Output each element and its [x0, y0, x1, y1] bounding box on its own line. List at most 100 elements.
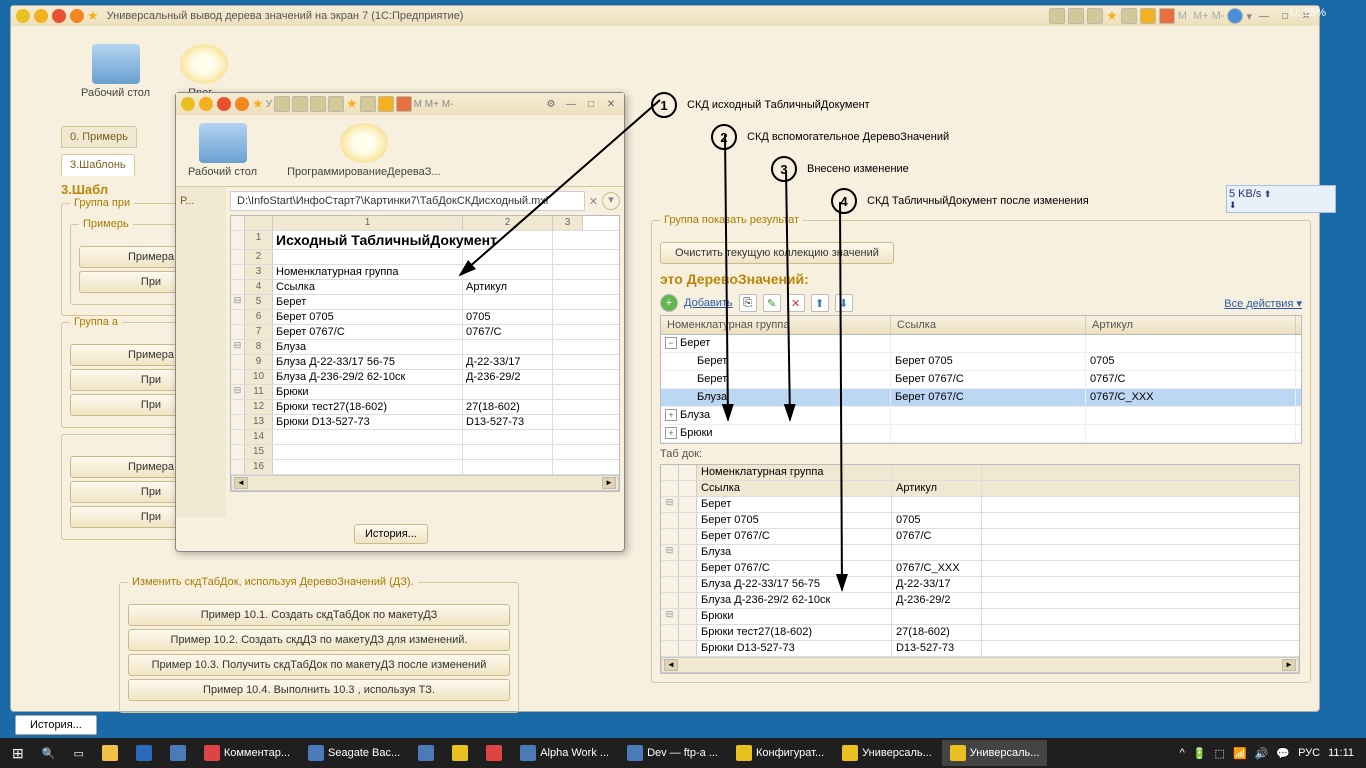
- toolbar-icon[interactable]: [1121, 8, 1137, 24]
- calc-icon[interactable]: [1140, 8, 1156, 24]
- status-right: U: 25%: [1290, 7, 1326, 19]
- task-item-active[interactable]: Универсаль...: [942, 740, 1048, 766]
- doc-path[interactable]: D:\InfoStart\ИнфоСтарт7\Картинки7\ТабДок…: [230, 191, 585, 211]
- tab-templates[interactable]: 3.Шаблонь: [61, 154, 135, 176]
- col-header[interactable]: Ссылка: [891, 316, 1086, 334]
- task-item[interactable]: Конфигурат...: [728, 740, 832, 766]
- settings-icon[interactable]: ⚙: [542, 97, 560, 111]
- example-10-2-button[interactable]: Пример 10.2. Создать скдДЗ по макетуДЗ д…: [128, 629, 510, 651]
- tree-toolbar: + Добавить ⎘ ✎ ✕ ⬆ ⬇ Все действия ▾: [660, 291, 1302, 315]
- print-icon[interactable]: [1068, 8, 1084, 24]
- section-desktop[interactable]: Рабочий стол: [81, 44, 150, 99]
- tab-examples[interactable]: 0. Примерь: [61, 126, 137, 148]
- move-up-icon[interactable]: ⬆: [811, 294, 829, 312]
- volume-icon[interactable]: 🔊: [1255, 747, 1269, 760]
- window-title: Универсальный вывод дерева значений на э…: [107, 10, 464, 22]
- save-icon[interactable]: [274, 96, 290, 112]
- tray-icon[interactable]: ⬚: [1215, 747, 1225, 760]
- window-button[interactable]: [235, 97, 249, 111]
- example-10-4-button[interactable]: Пример 10.4. Выполнить 10.3 , используя …: [128, 679, 510, 701]
- taskbar: ⊞ 🔍 ▭ Комментар... Seagate Bac... Alpha …: [0, 738, 1366, 768]
- store-icon[interactable]: [162, 740, 194, 766]
- example-10-3-button[interactable]: Пример 10.3. Получить скдТабДок по макет…: [128, 654, 510, 676]
- sphere-icon: [340, 123, 388, 163]
- window-button[interactable]: [34, 9, 48, 23]
- calc-icon[interactable]: [378, 96, 394, 112]
- wifi-icon[interactable]: 📶: [1233, 747, 1247, 760]
- child-window: ★ У ★ M M+ M- ⚙ — □ ✕ Рабочий стол Прогр…: [175, 92, 625, 552]
- star-icon[interactable]: ★: [1106, 8, 1118, 24]
- section-desktop[interactable]: Рабочий стол: [188, 123, 257, 178]
- app-icon: [16, 9, 30, 23]
- edit-icon[interactable]: ✎: [763, 294, 781, 312]
- all-actions-button[interactable]: Все действия ▾: [1224, 297, 1302, 310]
- minimize-button[interactable]: —: [1255, 9, 1273, 23]
- notif-icon[interactable]: 💬: [1276, 747, 1290, 760]
- scrollbar-h[interactable]: ◄►: [231, 475, 619, 491]
- window-button[interactable]: [217, 97, 231, 111]
- task-item[interactable]: [478, 740, 510, 766]
- battery-icon[interactable]: 🔋: [1193, 747, 1207, 760]
- move-down-icon[interactable]: ⬇: [835, 294, 853, 312]
- toolbar-icon[interactable]: [328, 96, 344, 112]
- history-button[interactable]: История...: [354, 524, 428, 544]
- tree-table: Номенклатурная группа Ссылка Артикул −Бе…: [660, 315, 1302, 444]
- minimize-button[interactable]: —: [562, 97, 580, 111]
- section-prog[interactable]: Прог...: [180, 44, 228, 99]
- star-icon[interactable]: ★: [346, 96, 358, 112]
- section-prog[interactable]: ПрограммированиеДереваЗ...: [287, 123, 441, 178]
- star-icon[interactable]: ★: [252, 96, 264, 112]
- m-buttons[interactable]: M M+ M-: [1178, 10, 1225, 22]
- result-group: Группа показать результат Очистить текущ…: [651, 220, 1311, 683]
- delete-icon[interactable]: ✕: [787, 294, 805, 312]
- calendar-icon[interactable]: [396, 96, 412, 112]
- task-view-icon[interactable]: ▭: [65, 740, 91, 766]
- clear-collection-button[interactable]: Очистить текущую коллекцию значений: [660, 242, 894, 264]
- window-button[interactable]: [70, 9, 84, 23]
- tray-up-icon[interactable]: ^: [1180, 747, 1185, 759]
- search-icon[interactable]: 🔍: [34, 740, 64, 766]
- task-item[interactable]: Alpha Work ...: [512, 740, 617, 766]
- spreadsheet[interactable]: 123 1Исходный ТабличныйДокумент 2 3Номен…: [230, 215, 620, 492]
- task-item[interactable]: Seagate Bac...: [300, 740, 408, 766]
- task-item[interactable]: [410, 740, 442, 766]
- child-toolbar: ★ У ★ M M+ M- ⚙ — □ ✕: [176, 93, 624, 115]
- toolbar-icon[interactable]: [1087, 8, 1103, 24]
- m-buttons[interactable]: M M+ M-: [414, 99, 454, 110]
- toolbar-icon[interactable]: [1049, 8, 1065, 24]
- print-icon[interactable]: [292, 96, 308, 112]
- task-item[interactable]: Dev — ftp-а ...: [619, 740, 726, 766]
- history-button-main[interactable]: История...: [15, 715, 97, 735]
- calendar-icon[interactable]: [1159, 8, 1175, 24]
- example-10-1-button[interactable]: Пример 10.1. Создать скдТабДок по макету…: [128, 604, 510, 626]
- start-button[interactable]: ⊞: [4, 740, 32, 766]
- preview-icon[interactable]: [310, 96, 326, 112]
- help-icon[interactable]: [1227, 8, 1243, 24]
- clock[interactable]: 11:11: [1328, 747, 1354, 759]
- window-button[interactable]: [52, 9, 66, 23]
- annotation-4: 4: [831, 188, 857, 214]
- scrollbar-h[interactable]: ◄►: [661, 657, 1299, 673]
- window-button[interactable]: [199, 97, 213, 111]
- maximize-button[interactable]: □: [582, 97, 600, 111]
- add-button[interactable]: Добавить: [684, 297, 733, 309]
- annotation-2: 2: [711, 124, 737, 150]
- change-group: Изменить скдТабДок, используя ДеревоЗнач…: [119, 582, 519, 713]
- edge-icon[interactable]: [128, 740, 160, 766]
- task-item[interactable]: [444, 740, 476, 766]
- dropdown-icon[interactable]: ▾: [1246, 10, 1252, 23]
- app-icon: [181, 97, 195, 111]
- copy-icon[interactable]: ⎘: [739, 294, 757, 312]
- close-button[interactable]: ✕: [602, 97, 620, 111]
- col-header[interactable]: Артикул: [1086, 316, 1296, 334]
- explorer-icon[interactable]: [94, 740, 126, 766]
- toolbar-icon[interactable]: [360, 96, 376, 112]
- lang-indicator[interactable]: РУС: [1298, 747, 1320, 759]
- close-tab-icon[interactable]: ✕: [589, 195, 598, 208]
- task-item[interactable]: Комментар...: [196, 740, 298, 766]
- child-nav[interactable]: Р...: [176, 187, 226, 517]
- nav-icon[interactable]: ▾: [602, 192, 620, 210]
- add-icon[interactable]: +: [660, 294, 678, 312]
- task-item[interactable]: Универсаль...: [834, 740, 940, 766]
- col-header[interactable]: Номенклатурная группа: [661, 316, 891, 334]
